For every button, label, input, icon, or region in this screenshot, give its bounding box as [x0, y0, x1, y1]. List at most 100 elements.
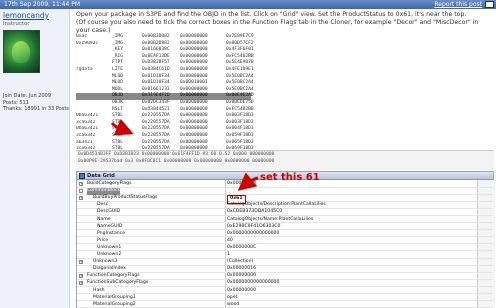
- expand-icon[interactable]: +: [79, 260, 83, 265]
- grid-property-value[interactable]: CatalogObjects/Name:PlantCallaLilies: [227, 217, 313, 224]
- resource-cell: 0x004F18D3: [226, 126, 254, 132]
- grid-row[interactable]: - CommonBlock: [77, 188, 493, 195]
- resource-cell: STBL: [112, 132, 124, 138]
- resource-cell: STBL: [112, 126, 124, 132]
- avatar[interactable]: [3, 30, 40, 73]
- grid-property-name: BuildBuyProductStatusFlags: [93, 195, 158, 201]
- resource-row[interactable]: 3ca6342 STBL 0x220557DA 0x00000000 0x059F18D…: [76, 132, 254, 140]
- resource-row[interactable]: OBJK 0x02DC343F 0x00000000 0x00EDE75D: [76, 99, 254, 107]
- grid-property-name: Desc: [97, 202, 109, 208]
- grid-property-value[interactable]: (Collection): [227, 259, 253, 266]
- grid-row[interactable]: NameGUID 0xE29BC9F41D6303C0: [77, 224, 493, 231]
- grid-icon: [79, 173, 85, 179]
- resource-cell: 0x220557DA: [142, 126, 170, 132]
- grid-row[interactable]: Price 40: [77, 238, 493, 245]
- resource-row[interactable]: rgdata LITE 0x03B4C61D 0x00000000 0x4FE1D9E1: [76, 66, 254, 74]
- grid-property-value[interactable]: 0x0000000C: [227, 245, 256, 252]
- resource-strip: 0x0D4534B3FF 0xD3B3B23 0x00000000 0x61F4…: [76, 150, 494, 170]
- resource-cell: 0x5E0BC2A4: [226, 80, 254, 86]
- grid-row[interactable]: DiagonalIndex 0x00000016: [77, 266, 493, 273]
- grid-row[interactable]: Hash 0x00000000: [77, 288, 493, 295]
- resource-cell: 0x00000000: [180, 60, 208, 66]
- resource-row[interactable]: FTPT 0xD382BF57 0x00000000 0x5E4EA07B: [76, 60, 254, 67]
- grid-row[interactable]: Unknown2 1: [77, 252, 493, 259]
- strip-line-2: 0x00P9E-29537bad 0x3 0x0F0C0C1 0x0000000…: [78, 159, 275, 164]
- grid-property-name: PngInstance: [97, 230, 126, 236]
- grid-row[interactable]: + FunctionSubCategoryFlags 0x0000000000000…: [77, 280, 493, 287]
- grid-row[interactable]: Name CatalogObjects/Name:PlantCallaLilies: [77, 216, 493, 224]
- resource-cell: 0x220557DA: [142, 113, 170, 119]
- resource-row[interactable]: _KEY 0x0166038C 0x00000000 0x4F3F6F01: [76, 47, 254, 54]
- grid-property-name: FunctionSubCategoryFlags: [87, 280, 149, 286]
- grid-row[interactable]: DescGUID 0xCDEB373DDA1045C0: [77, 209, 493, 216]
- expand-icon[interactable]: +: [79, 281, 83, 286]
- grid-row[interactable]: MaterialGrouping2 wood: [77, 302, 493, 308]
- grid-row[interactable]: + FunctionCategoryFlags 0x00000000: [77, 273, 493, 280]
- resource-cell: 0x059F18D3: [226, 132, 254, 138]
- resource-row[interactable]: OBJD 0x319E4F1D 0x00000000 0x00E9E2AD: [76, 93, 254, 100]
- grid-property-value[interactable]: 0x0000000000000000: [227, 231, 279, 238]
- resource-row[interactable]: 0xac _IMG 0x00B3D082 0x00000000 0x7E89E7C9: [76, 34, 254, 41]
- grid-property-value[interactable]: 40: [227, 238, 233, 245]
- resource-cell: _KEY: [112, 47, 124, 53]
- grid-row[interactable]: PngInstance 0x0000000000000000: [77, 231, 493, 238]
- strip-line-1: 0x0D4534B3FF 0xD3B3B23 0x00000000 0x61F4…: [78, 152, 275, 157]
- grid-row[interactable]: + BuildBuyProductStatusFlags 0x61: [77, 195, 493, 204]
- resource-cell: LITE: [112, 66, 124, 72]
- resource-cell: _IMG: [112, 34, 124, 39]
- resource-cell: 0xD382BF57: [142, 60, 170, 66]
- resource-cell: 0x00000000: [180, 34, 208, 39]
- grid-property-name: CommonBlock: [87, 188, 121, 195]
- grid-property-value[interactable]: 0x00000000: [227, 273, 256, 280]
- resource-row[interactable]: 0ba63421 STBL 0x220557DA 0x00000000 0x004F18…: [76, 126, 254, 133]
- grid-property-name: Name: [97, 216, 111, 222]
- username-link[interactable]: lemoncandy: [3, 11, 49, 20]
- collapse-icon[interactable]: -: [79, 189, 83, 194]
- grid-property-value[interactable]: 0x0000000000000000: [227, 280, 279, 287]
- resource-cell: 0x00000000: [180, 132, 208, 138]
- resource-cell: 0x00000000: [180, 126, 208, 132]
- grid-property-value[interactable]: opet: [227, 295, 237, 302]
- resource-cell: 0x7E89E7C9: [226, 34, 254, 39]
- user-panel: lemoncandy Instructor Join Date: Jun 200…: [0, 9, 70, 308]
- grid-property-name: DescGUID: [97, 209, 121, 215]
- resource-cell: 0x220557DA: [142, 132, 170, 138]
- data-grid-title: Data Grid: [87, 173, 115, 179]
- grid-property-value[interactable]: 0x00000000: [227, 181, 256, 188]
- resource-cell: 0xc9092c: [76, 40, 99, 46]
- annotation-text: set this 61: [260, 172, 320, 183]
- grid-property-name: Unknown3: [93, 259, 118, 265]
- resource-row[interactable]: MLOD 0x01D10F34 0x00010001 0x5E0BC2A4: [76, 80, 254, 87]
- grid-row[interactable]: Unknown1 0x0000000C: [77, 245, 493, 252]
- report-post-link[interactable]: Report this post: [434, 0, 482, 9]
- grid-property-name: DiagonalIndex: [93, 266, 127, 272]
- expand-icon[interactable]: +: [79, 182, 83, 186]
- resource-row[interactable]: 0ba63421 STBL 0x220557DA 0x00000000 0x003F18…: [76, 113, 254, 120]
- grid-property-value[interactable]: wood: [227, 302, 239, 308]
- grid-row[interactable]: + Unknown3 (Collection): [77, 259, 493, 266]
- resource-cell: 0xac: [76, 34, 88, 39]
- grid-property-value[interactable]: 1: [227, 252, 230, 259]
- grid-property-value[interactable]: 0x00000000: [227, 288, 256, 295]
- post-icon[interactable]: [485, 1, 494, 8]
- grid-property-value[interactable]: 0xE29BC9F41D6303C0: [227, 224, 280, 231]
- grid-property-name: Unknown1: [97, 244, 122, 250]
- resource-cell: 0x00010001: [180, 80, 208, 86]
- grid-row[interactable]: Desc CatalogObjects/Description:PlantCall…: [77, 202, 493, 209]
- grid-property-value[interactable]: 0xCDEB373DDA1045C0: [227, 209, 282, 216]
- resource-cell: 0x319E4F1D: [142, 93, 170, 99]
- resource-cell: 3ca6342: [76, 119, 96, 125]
- resource-cell: 0x02DC343F: [142, 99, 170, 105]
- resource-cell: rgdata: [76, 66, 93, 72]
- expand-icon[interactable]: +: [79, 274, 83, 279]
- user-stats: Join Date: Jun 2009 Posts: 511 Thanks: 1…: [3, 93, 69, 113]
- grid-property-value[interactable]: 0x00000016: [227, 266, 256, 273]
- grid-row[interactable]: MaterialGrouping1 opet: [77, 295, 493, 302]
- resource-cell: FTPT: [112, 60, 124, 66]
- grid-property-value[interactable]: CatalogObjects/Description:PlantCallaLil…: [227, 202, 326, 209]
- resource-cell: 0x003F18D3: [226, 113, 254, 119]
- grid-property-name: MaterialGrouping2: [93, 301, 136, 307]
- resource-cell: OBJD: [112, 93, 124, 99]
- resource-cell: 0x03B4C61D: [142, 66, 170, 72]
- expand-icon[interactable]: +: [79, 196, 83, 201]
